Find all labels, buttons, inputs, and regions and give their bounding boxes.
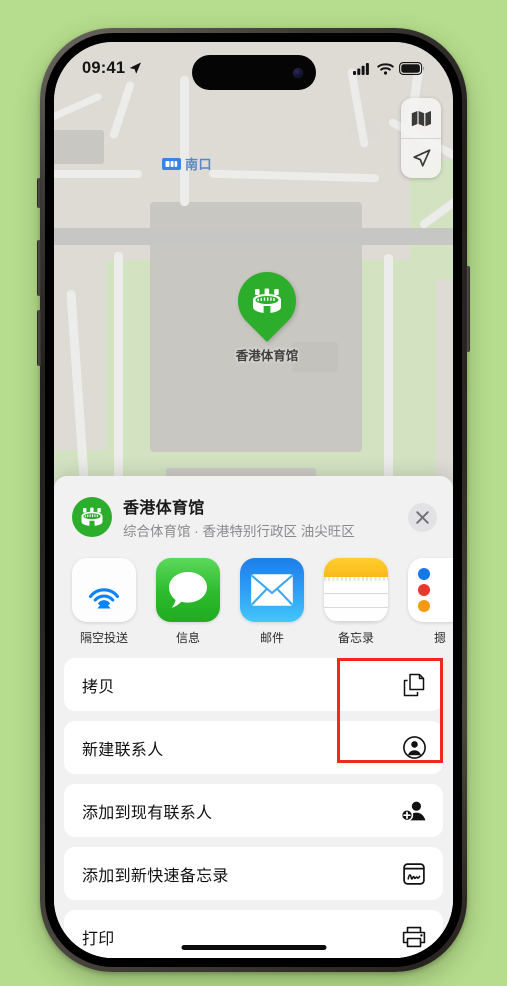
action-label: 添加到现有联系人 — [82, 804, 213, 822]
map-controls-stack — [401, 98, 441, 178]
side-power-button[interactable] — [466, 266, 470, 352]
share-app-mail[interactable]: 邮件 — [240, 558, 304, 646]
share-sheet-subtitle: 综合体育馆 · 香港特别行政区 油尖旺区 — [123, 524, 355, 539]
share-action-list: 拷贝 新建联系人 添加到现有联系人 添加到新快速备忘录 打印 — [54, 656, 453, 958]
subway-badge-icon — [162, 157, 181, 170]
dot-blue — [418, 568, 430, 580]
action-label: 添加到新快速备忘录 — [82, 867, 229, 885]
close-button[interactable] — [408, 502, 437, 532]
person-badge-plus-icon — [401, 798, 427, 824]
airdrop-icon — [72, 558, 136, 622]
notes-icon — [324, 558, 388, 622]
share-app-label: 备忘录 — [337, 631, 374, 645]
share-sheet-title: 香港体育馆 — [123, 500, 205, 517]
person-circle-icon — [401, 735, 427, 761]
share-sheet: 香港体育馆 综合体育馆 · 香港特别行政区 油尖旺区 隔空投送 信息 邮件 备忘… — [54, 476, 453, 958]
locate-me-button[interactable] — [401, 138, 441, 178]
copy-documents-icon — [401, 672, 427, 698]
action-label: 拷贝 — [82, 678, 115, 696]
share-app-label: 信息 — [175, 631, 200, 645]
location-arrow-icon — [129, 62, 142, 74]
folded-map-icon — [411, 110, 431, 126]
dot-orange — [418, 600, 430, 612]
notes-icon-header — [324, 558, 388, 577]
home-indicator[interactable] — [181, 945, 326, 950]
map-road — [180, 76, 189, 206]
map-road — [114, 252, 123, 502]
map-poi-pin[interactable]: 香港体育馆 — [225, 259, 309, 364]
map-road — [54, 228, 453, 245]
printer-icon — [401, 924, 427, 950]
notes-icon-line — [324, 620, 388, 622]
share-sheet-header: 香港体育馆 综合体育馆 · 香港特别行政区 油尖旺区 — [54, 476, 453, 554]
share-app-row[interactable]: 隔空投送 信息 邮件 备忘录 摁 — [54, 554, 453, 763]
messages-icon — [156, 558, 220, 622]
action-row-quick-note[interactable]: 添加到新快速备忘录 — [64, 847, 443, 900]
phone-screen: 南口 香港体育馆 09:41 香港体育馆 综合体育馆 · 香港特别行政区 油尖旺… — [54, 42, 453, 958]
action-group: 添加到现有联系人 — [64, 784, 443, 837]
share-app-label: 邮件 — [259, 631, 284, 645]
action-row-print[interactable]: 打印 — [64, 910, 443, 958]
mute-switch-button[interactable] — [37, 178, 41, 208]
share-app-label: 摁 — [433, 631, 446, 645]
dot-red — [418, 584, 430, 596]
action-group: 打印 — [64, 910, 443, 958]
stadium-icon — [225, 259, 309, 343]
action-group: 拷贝 — [64, 658, 443, 711]
share-app-more[interactable]: 摁 — [408, 558, 453, 646]
map-transit-label-text: 南口 — [185, 157, 213, 172]
map-poi-label: 香港体育馆 — [235, 349, 299, 363]
dynamic-island[interactable] — [191, 55, 316, 90]
mail-icon — [240, 558, 304, 622]
map-road — [54, 170, 142, 178]
volume-down-button[interactable] — [37, 310, 41, 366]
front-camera-icon — [292, 67, 303, 78]
action-group: 添加到新快速备忘录 — [64, 847, 443, 900]
action-group: 新建联系人 — [64, 721, 443, 774]
action-row-new-contact[interactable]: 新建联系人 — [64, 721, 443, 774]
action-label: 新建联系人 — [82, 741, 164, 759]
status-time: 09:41 — [82, 58, 126, 77]
share-app-label: 隔空投送 — [79, 631, 128, 645]
quick-note-icon — [401, 861, 427, 887]
action-row-copy[interactable]: 拷贝 — [64, 658, 443, 711]
close-icon — [416, 510, 429, 524]
battery-full-icon — [399, 61, 425, 75]
device-bezel: 南口 香港体育馆 09:41 香港体育馆 综合体育馆 · 香港特别行政区 油尖旺… — [45, 33, 462, 967]
location-arrow-icon — [412, 149, 430, 167]
share-app-messages[interactable]: 信息 — [156, 558, 220, 646]
share-app-notes[interactable]: 备忘录 — [324, 558, 388, 646]
wifi-icon — [377, 62, 394, 75]
map-type-button[interactable] — [401, 98, 441, 138]
iphone-device-frame: 南口 香港体育馆 09:41 香港体育馆 综合体育馆 · 香港特别行政区 油尖旺… — [37, 28, 470, 972]
stadium-icon — [72, 497, 112, 537]
share-app-airdrop[interactable]: 隔空投送 — [72, 558, 136, 646]
map-road — [208, 169, 380, 183]
map-building-block — [54, 130, 104, 164]
map-transit-label[interactable]: 南口 — [162, 154, 212, 173]
map-road — [384, 254, 393, 484]
status-bar-left: 09:41 — [82, 59, 142, 78]
cellular-bars-icon — [353, 62, 369, 75]
dots-app-icon — [408, 558, 453, 622]
status-bar-right — [353, 61, 425, 75]
map-road — [54, 92, 103, 123]
share-sheet-titles: 香港体育馆 综合体育馆 · 香港特别行政区 油尖旺区 — [123, 494, 397, 540]
volume-up-button[interactable] — [37, 240, 41, 296]
action-row-existing-contact[interactable]: 添加到现有联系人 — [64, 784, 443, 837]
